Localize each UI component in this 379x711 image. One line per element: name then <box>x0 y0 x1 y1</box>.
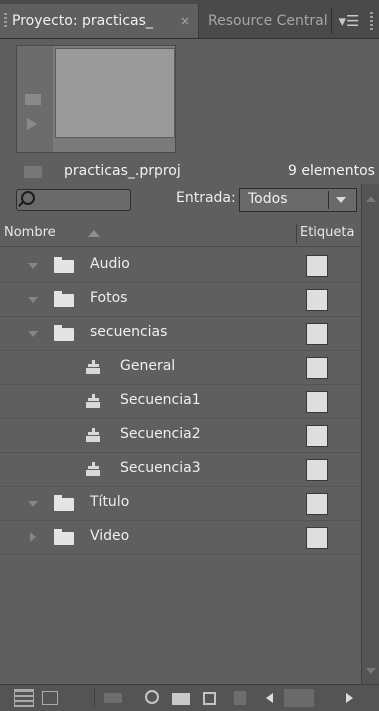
entrada-label: Entrada: <box>176 190 236 206</box>
new-item-icon[interactable] <box>203 692 216 705</box>
scroll-right-icon[interactable] <box>340 689 360 707</box>
preview-area <box>16 45 176 153</box>
tab-project[interactable]: Proyecto: practicas_ × <box>0 4 199 38</box>
folder-icon <box>54 529 74 545</box>
tab-resource-central[interactable]: Resource Central <box>204 4 330 38</box>
folder-row[interactable]: Video <box>0 520 361 555</box>
item-name: Secuencia2 <box>120 426 201 442</box>
search-icon <box>21 191 35 205</box>
panel-bottom-toolbar <box>0 684 379 711</box>
tab-project-label: Proyecto: practicas_ <box>12 13 153 29</box>
folder-icon <box>54 495 74 511</box>
folder-row[interactable]: secuencias <box>0 316 361 351</box>
column-header-label[interactable]: Etiqueta <box>300 225 354 240</box>
expand-triangle-icon[interactable] <box>28 501 38 507</box>
search-input[interactable] <box>16 189 131 211</box>
panel-tab-bar: Proyecto: practicas_ × Resource Central … <box>0 0 379 39</box>
new-bin-icon[interactable] <box>172 693 190 705</box>
clear-icon[interactable] <box>234 691 246 705</box>
sequence-row[interactable]: Secuencia1 <box>0 384 361 419</box>
tab-divider <box>331 8 332 34</box>
drag-grip-icon[interactable] <box>4 13 7 29</box>
toolbar-divider <box>94 689 95 707</box>
sequence-row[interactable]: General <box>0 350 361 385</box>
sort-ascending-icon <box>88 230 100 237</box>
folder-icon <box>54 257 74 273</box>
column-header-name[interactable]: Nombre <box>4 225 56 240</box>
preview-controls <box>17 46 53 152</box>
folder-icon <box>54 291 74 307</box>
entrada-select[interactable]: Todos <box>239 188 357 212</box>
scroll-left-icon[interactable] <box>262 689 282 707</box>
label-color-chip[interactable] <box>306 289 328 311</box>
select-divider <box>328 191 329 209</box>
item-count: 9 elementos <box>288 163 375 179</box>
drag-grip-icon[interactable] <box>370 12 373 30</box>
expand-triangle-icon[interactable] <box>28 331 38 337</box>
label-color-chip[interactable] <box>306 459 328 481</box>
list-header: Nombre Etiqueta <box>0 222 361 247</box>
label-color-chip[interactable] <box>306 425 328 447</box>
expand-triangle-icon[interactable] <box>28 297 38 303</box>
label-color-chip[interactable] <box>306 527 328 549</box>
vertical-scrollbar[interactable] <box>361 184 379 684</box>
sequence-icon <box>86 462 100 477</box>
sequence-icon <box>86 394 100 409</box>
film-icon <box>25 94 41 105</box>
entrada-value: Todos <box>248 191 288 207</box>
item-name: Secuencia3 <box>120 460 201 476</box>
folder-row[interactable]: Título <box>0 486 361 521</box>
find-icon[interactable] <box>145 690 159 704</box>
sequence-row[interactable]: Secuencia3 <box>0 452 361 487</box>
folder-row[interactable]: Audio <box>0 248 361 283</box>
play-icon[interactable] <box>27 118 37 130</box>
item-name: Secuencia1 <box>120 392 201 408</box>
label-color-chip[interactable] <box>306 255 328 277</box>
scroll-down-icon[interactable] <box>366 668 376 674</box>
item-name: General <box>120 358 176 374</box>
panel-menu-icon[interactable]: ▾☰ <box>336 8 362 34</box>
item-name: Título <box>90 494 130 510</box>
chevron-down-icon <box>336 197 346 203</box>
item-name: Audio <box>90 256 130 272</box>
item-name: secuencias <box>90 324 168 340</box>
bin-icon <box>24 166 42 178</box>
label-color-chip[interactable] <box>306 391 328 413</box>
column-divider[interactable] <box>296 224 297 244</box>
sequence-icon <box>86 360 100 375</box>
automate-to-sequence-icon[interactable] <box>104 693 122 703</box>
label-color-chip[interactable] <box>306 357 328 379</box>
label-color-chip[interactable] <box>306 323 328 345</box>
collapse-triangle-icon[interactable] <box>30 532 36 542</box>
expand-triangle-icon[interactable] <box>28 263 38 269</box>
project-file-name: practicas_.prproj <box>64 163 181 179</box>
list-view-icon[interactable] <box>14 689 34 707</box>
icon-view-icon[interactable] <box>42 691 58 705</box>
close-icon[interactable]: × <box>180 4 190 38</box>
sequence-row[interactable]: Secuencia2 <box>0 418 361 453</box>
project-info-row: practicas_.prproj 9 elementos <box>0 157 379 187</box>
folder-icon <box>54 325 74 341</box>
sequence-icon <box>86 428 100 443</box>
item-name: Video <box>90 528 130 544</box>
preview-thumbnail <box>55 48 175 138</box>
scroll-up-icon[interactable] <box>366 196 376 202</box>
item-name: Fotos <box>90 290 128 306</box>
horizontal-scroll-thumb[interactable] <box>284 689 314 707</box>
folder-row[interactable]: Fotos <box>0 282 361 317</box>
label-color-chip[interactable] <box>306 493 328 515</box>
